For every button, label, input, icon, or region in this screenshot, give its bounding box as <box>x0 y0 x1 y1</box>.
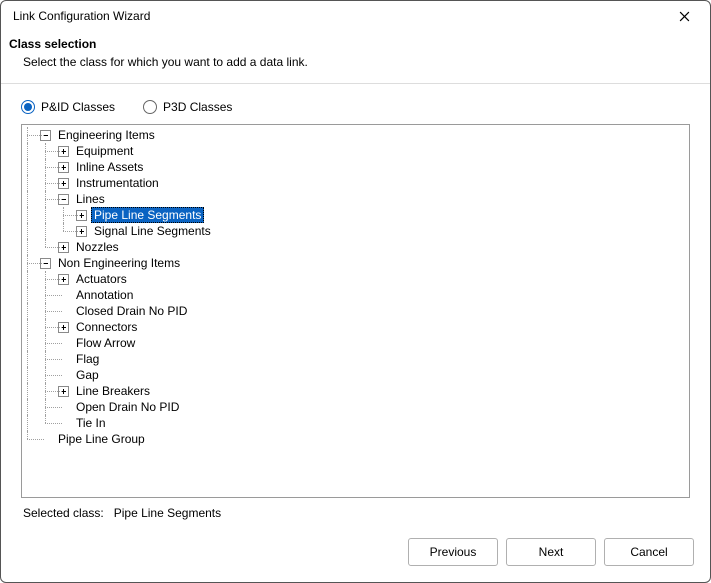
close-button[interactable] <box>666 4 702 28</box>
radio-label: P&ID Classes <box>41 100 115 114</box>
tree-label: Nozzles <box>73 239 122 255</box>
tree-node-pipe-line-group[interactable]: Pipe Line Group <box>22 431 689 447</box>
tree-node-instrumentation[interactable]: Instrumentation <box>22 175 689 191</box>
wizard-header: Class selection Select the class for whi… <box>1 31 710 84</box>
window-title: Link Configuration Wizard <box>13 9 150 23</box>
selected-class-label: Selected class: <box>23 506 104 520</box>
tree-label: Flow Arrow <box>73 335 138 351</box>
radio-p3d-classes[interactable]: P3D Classes <box>143 100 232 114</box>
radio-label: P3D Classes <box>163 100 232 114</box>
class-tree-scroll[interactable]: Engineering Items Equipment Inline Asset… <box>22 125 689 497</box>
tree-node-annotation[interactable]: Annotation <box>22 287 689 303</box>
tree-node-inline-assets[interactable]: Inline Assets <box>22 159 689 175</box>
titlebar: Link Configuration Wizard <box>1 1 710 31</box>
tree-label: Gap <box>73 367 102 383</box>
radio-pid-classes[interactable]: P&ID Classes <box>21 100 115 114</box>
tree-node-line-breakers[interactable]: Line Breakers <box>22 383 689 399</box>
class-type-radios: P&ID Classes P3D Classes <box>21 94 690 124</box>
tree-node-pipe-line-segments[interactable]: Pipe Line Segments <box>22 207 689 223</box>
tree-label: Actuators <box>73 271 130 287</box>
radio-bullet-icon <box>143 100 157 114</box>
tree-label: Pipe Line Segments <box>91 207 204 223</box>
tree-node-open-drain-no-pid[interactable]: Open Drain No PID <box>22 399 689 415</box>
tree-label: Equipment <box>73 143 136 159</box>
tree-node-engineering-items[interactable]: Engineering Items <box>22 127 689 143</box>
wizard-footer: Previous Next Cancel <box>1 526 710 582</box>
tree-label: Non Engineering Items <box>55 255 183 271</box>
tree-label: Pipe Line Group <box>55 431 148 447</box>
tree-node-lines[interactable]: Lines <box>22 191 689 207</box>
class-tree: Engineering Items Equipment Inline Asset… <box>21 124 690 498</box>
tree-label: Closed Drain No PID <box>73 303 190 319</box>
tree-node-flow-arrow[interactable]: Flow Arrow <box>22 335 689 351</box>
tree-label: Line Breakers <box>73 383 153 399</box>
radio-bullet-icon <box>21 100 35 114</box>
page-title: Class selection <box>9 37 702 51</box>
tree-label: Tie In <box>73 415 109 431</box>
tree-node-actuators[interactable]: Actuators <box>22 271 689 287</box>
tree-label: Lines <box>73 191 108 207</box>
next-button[interactable]: Next <box>506 538 596 566</box>
tree-label: Engineering Items <box>55 127 158 143</box>
tree-node-equipment[interactable]: Equipment <box>22 143 689 159</box>
selected-class-line: Selected class: Pipe Line Segments <box>21 498 690 520</box>
tree-node-gap[interactable]: Gap <box>22 367 689 383</box>
tree-node-nozzles[interactable]: Nozzles <box>22 239 689 255</box>
tree-label: Flag <box>73 351 102 367</box>
selected-class-value: Pipe Line Segments <box>114 506 221 520</box>
tree-node-connectors[interactable]: Connectors <box>22 319 689 335</box>
tree-label: Connectors <box>73 319 140 335</box>
content-area: P&ID Classes P3D Classes Engineering Ite… <box>1 84 710 526</box>
tree-label: Inline Assets <box>73 159 146 175</box>
page-subtitle: Select the class for which you want to a… <box>9 55 702 69</box>
close-icon <box>679 11 690 22</box>
tree-label: Instrumentation <box>73 175 162 191</box>
previous-button[interactable]: Previous <box>408 538 498 566</box>
tree-node-tie-in[interactable]: Tie In <box>22 415 689 431</box>
tree-node-flag[interactable]: Flag <box>22 351 689 367</box>
tree-label: Open Drain No PID <box>73 399 182 415</box>
cancel-button[interactable]: Cancel <box>604 538 694 566</box>
tree-node-non-engineering-items[interactable]: Non Engineering Items <box>22 255 689 271</box>
tree-label: Signal Line Segments <box>91 223 214 239</box>
tree-node-closed-drain-no-pid[interactable]: Closed Drain No PID <box>22 303 689 319</box>
tree-node-signal-line-segments[interactable]: Signal Line Segments <box>22 223 689 239</box>
tree-label: Annotation <box>73 287 136 303</box>
